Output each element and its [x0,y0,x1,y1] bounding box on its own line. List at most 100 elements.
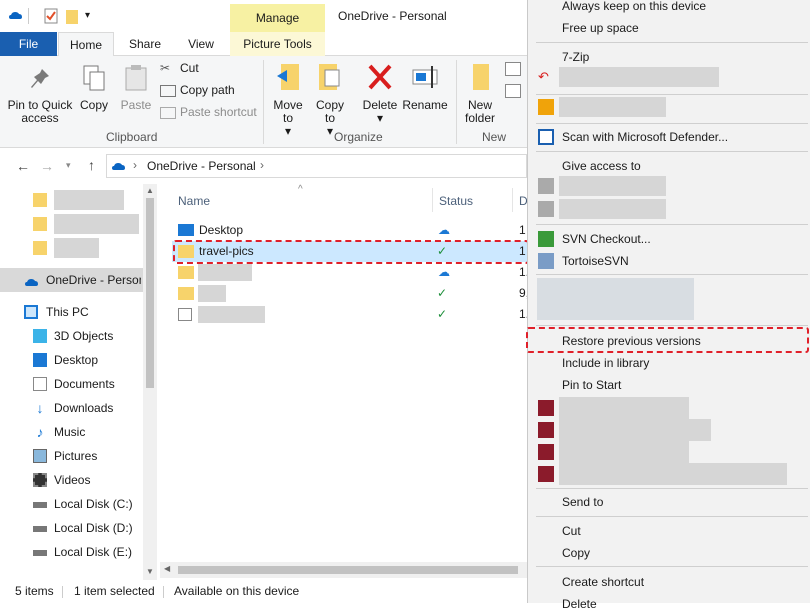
menu-item-give-access[interactable]: Give access to [562,158,641,174]
redacted-text [559,419,711,441]
menu-separator [536,516,808,517]
delete-x-icon [360,62,400,95]
menu-item-delete[interactable]: Delete [562,596,597,612]
menu-item-cut[interactable]: Cut [562,523,581,539]
redacted-text [54,238,99,258]
scroll-thumb[interactable] [178,566,518,574]
cut-label: Cut [180,61,199,75]
column-header-status[interactable]: Status [439,194,473,208]
nav-label: Local Disk (C:) [54,497,133,511]
window-title: OneDrive - Personal [338,9,447,23]
nav-this-pc-label: This PC [46,305,89,319]
scroll-up-icon[interactable]: ▲ [146,186,154,195]
properties-icon[interactable] [43,8,59,24]
scroll-thumb[interactable] [146,198,154,388]
scroll-down-icon[interactable]: ▼ [146,567,154,576]
menu-item-tortoisesvn[interactable]: TortoiseSVN [562,253,629,269]
menu-item-defender[interactable]: Scan with Microsoft Defender... [562,129,728,145]
tab-view[interactable]: View [176,32,226,56]
new-folder-qat-icon[interactable] [65,8,81,24]
paste-icon [118,64,154,95]
table-row[interactable]: ✓ 9, [172,283,529,304]
new-item-icon[interactable] [505,62,521,76]
menu-item-include-in-library[interactable]: Include in library [562,355,649,371]
folder-icon [33,241,47,255]
menu-item-always-keep[interactable]: Always keep on this device [562,0,706,14]
copy-to-button[interactable]: Copy to ▾ [312,62,348,138]
highlight-annotation [173,240,529,264]
menu-item-free-up-space[interactable]: Free up space [562,20,639,36]
easy-access-icon[interactable] [505,84,521,98]
menu-item-7zip[interactable]: 7-Zip [562,49,589,65]
nav-item-quick-1[interactable] [0,188,143,212]
menu-item-create-shortcut[interactable]: Create shortcut [562,574,644,590]
menu-separator [536,151,808,152]
file-name: Desktop [199,223,244,237]
column-divider[interactable] [512,188,513,212]
move-to-button[interactable]: Move to ▾ [270,62,306,138]
redacted-text [559,97,666,117]
tab-file[interactable]: File [0,32,57,56]
table-row[interactable]: ✓ 1. [172,304,529,325]
copy-path-button[interactable]: Copy path [160,84,235,97]
menu-item-pin-to-start[interactable]: Pin to Start [562,377,621,393]
music-note-icon: ♪ [36,424,44,440]
tortoise-icon [538,253,554,269]
nav-label: Desktop [54,353,99,367]
synced-check-icon: ✓ [437,286,448,300]
menu-item-send-to[interactable]: Send to [562,494,603,510]
nav-label: Local Disk (E:) [54,545,133,559]
nav-label: Documents [54,377,115,391]
table-row[interactable]: ☁ 1. [172,262,529,283]
new-folder-button[interactable]: New folder [458,62,502,125]
paste-shortcut-button[interactable]: Paste shortcut [160,106,257,119]
cut-button[interactable]: ✂ Cut [160,62,199,75]
nav-item-onedrive[interactable]: OneDrive - Personal [0,268,143,292]
table-row[interactable]: Desktop ☁ 1 [172,220,527,241]
recent-locations-icon[interactable]: ▾ [66,160,71,171]
copy-button[interactable]: Copy [76,64,112,112]
tab-home[interactable]: Home [58,32,114,57]
rename-button[interactable]: Rename [402,62,448,112]
drive-icon [33,526,47,532]
pin-to-quick-access-button[interactable]: Pin to Quick access [4,66,76,125]
breadcrumb-onedrive[interactable]: OneDrive - Personal [147,159,256,173]
nav-item-quick-3[interactable] [0,236,143,260]
breadcrumb-chevron-icon[interactable]: › [133,158,137,172]
up-arrow-icon[interactable]: ↑ [88,157,95,173]
forward-arrow-icon[interactable]: → [40,158,54,174]
svn-checkout-icon [538,231,554,247]
horizontal-scrollbar[interactable]: ◀ [160,562,527,578]
svn-icon [538,201,554,217]
breadcrumb-chevron-icon[interactable]: › [260,158,264,172]
redacted-text [559,397,689,419]
film-icon [33,473,47,487]
column-header-name[interactable]: Name [178,194,210,208]
nav-item-quick-2[interactable] [0,212,143,236]
redacted-text [559,176,666,196]
back-arrow-icon[interactable]: ← [16,158,30,174]
winrar-icon [538,400,554,416]
menu-item-svn-checkout[interactable]: SVN Checkout... [562,231,651,247]
folder-icon [178,266,194,279]
menu-separator [536,274,808,275]
redacted-text [198,264,252,281]
tab-picture-tools[interactable]: Picture Tools [230,32,325,56]
folder-icon [178,287,194,300]
status-availability: Available on this device [174,584,300,598]
manage-tab[interactable]: Manage [230,4,325,32]
drive-icon [33,550,47,556]
move-to-chevron-icon: ▾ [284,124,292,138]
paste-button[interactable]: Paste [118,64,154,112]
delete-button[interactable]: Delete ▾ [360,62,400,125]
pin-icon [4,66,76,95]
column-divider[interactable] [432,188,433,212]
nav-scrollbar[interactable]: ▲ ▼ [143,184,157,580]
qat-dropdown-icon[interactable]: ▾ [85,8,101,24]
scroll-left-icon[interactable]: ◀ [164,564,170,573]
address-bar[interactable]: › OneDrive - Personal › [106,154,527,178]
file-date: 1 [519,223,526,237]
folder-icon [33,193,47,207]
tab-share[interactable]: Share [120,32,170,56]
menu-item-copy[interactable]: Copy [562,545,590,561]
